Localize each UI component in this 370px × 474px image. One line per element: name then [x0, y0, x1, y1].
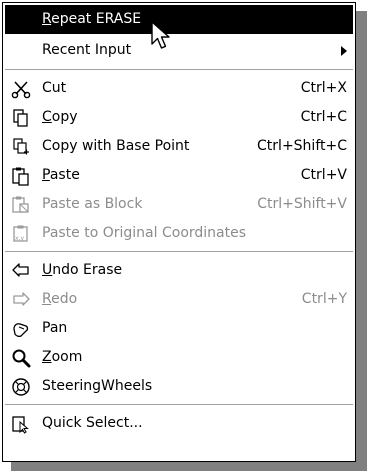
context-menu: Repeat ERASE Recent Input Cut Ctrl+X Cop… — [2, 2, 356, 462]
menu-item-shortcut: Ctrl+Shift+V — [257, 196, 347, 212]
menu-item-label: Paste — [42, 167, 80, 183]
menu-separator — [5, 404, 353, 406]
menu-item-paste[interactable]: Paste Ctrl+V — [5, 161, 353, 190]
redo-icon — [13, 292, 30, 306]
menu-separator — [5, 69, 353, 71]
menu-item-zoom[interactable]: Zoom — [5, 343, 353, 372]
submenu-arrow-icon — [341, 46, 347, 56]
menu-item-label: Paste to Original Coordinates — [42, 225, 247, 241]
undo-icon — [12, 263, 29, 277]
menu-item-pan[interactable]: Pan — [5, 314, 353, 343]
menu-item-label: Quick Select... — [42, 415, 143, 431]
menu-item-label: Pan — [42, 320, 68, 336]
menu-item-cut[interactable]: Cut Ctrl+X — [5, 74, 353, 103]
menu-item-shortcut: Ctrl+V — [300, 167, 347, 183]
paste-icon — [12, 167, 29, 186]
menu-item-paste-as-block[interactable]: Paste as Block Ctrl+Shift+V — [5, 190, 353, 219]
quick-select-icon — [12, 416, 29, 434]
menu-item-redo[interactable]: Redo Ctrl+Y — [5, 285, 353, 314]
menu-item-shortcut: Ctrl+Y — [301, 291, 347, 307]
menu-item-copy-with-base-point[interactable]: Copy with Base Point Ctrl+Shift+C — [5, 132, 353, 161]
menu-item-label: Redo — [42, 291, 78, 307]
menu-item-recent-input[interactable]: Recent Input — [5, 36, 353, 65]
menu-item-shortcut: Ctrl+X — [300, 80, 347, 96]
mouse-pointer-icon — [151, 21, 170, 49]
menu-item-steeringwheels[interactable]: SteeringWheels — [5, 372, 353, 401]
menu-item-label: Cut — [42, 80, 67, 96]
scissors-icon — [11, 81, 31, 99]
paste-block-icon — [12, 196, 29, 213]
menu-item-repeat-erase[interactable]: Repeat ERASE — [5, 5, 353, 34]
menu-item-label: SteeringWheels — [42, 378, 153, 394]
menu-item-label: Paste as Block — [42, 196, 143, 212]
menu-item-paste-to-original-coordinates[interactable]: x,y Paste to Original Coordinates — [5, 219, 353, 248]
svg-text:x,y: x,y — [15, 235, 24, 242]
menu-item-label: Copy with Base Point — [42, 138, 190, 154]
menu-item-label: Recent Input — [42, 42, 132, 58]
menu-item-quick-select[interactable]: Quick Select... — [5, 409, 353, 438]
steering-wheel-icon — [12, 378, 30, 396]
copy-base-point-icon — [13, 138, 29, 155]
menu-item-label: Copy — [42, 109, 78, 125]
menu-item-copy[interactable]: Copy Ctrl+C — [5, 103, 353, 132]
pan-hand-icon — [13, 323, 29, 338]
menu-item-label: Zoom — [42, 349, 83, 365]
menu-item-label: Undo Erase — [42, 262, 123, 278]
context-menu-body: Repeat ERASE Recent Input Cut Ctrl+X Cop… — [5, 5, 353, 459]
menu-item-undo-erase[interactable]: Undo Erase — [5, 256, 353, 285]
menu-separator — [5, 251, 353, 253]
zoom-icon — [12, 349, 31, 368]
paste-coordinates-icon: x,y — [13, 225, 28, 242]
copy-icon — [13, 109, 28, 127]
menu-item-label: Repeat ERASE — [42, 11, 142, 27]
menu-item-shortcut: Ctrl+C — [300, 109, 347, 125]
menu-item-shortcut: Ctrl+Shift+C — [257, 138, 347, 154]
